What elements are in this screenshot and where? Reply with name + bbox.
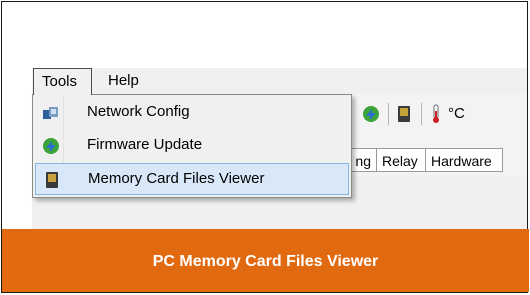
memory-card-icon[interactable] [394,104,414,124]
thermometer-icon[interactable] [430,104,442,124]
firmware-update-icon [41,136,61,156]
temperature-unit-label[interactable]: °C [448,105,465,122]
menu-tools[interactable]: Tools [33,68,92,95]
menubar: Tools Help [32,68,527,95]
toolbar-separator [421,103,422,125]
memory-card-icon [42,170,62,190]
firmware-update-icon[interactable] [361,104,381,124]
menu-item-network-config[interactable]: Network Config [35,97,349,129]
network-config-icon [41,103,61,123]
menu-item-label: Network Config [87,103,190,120]
menu-item-label: Firmware Update [87,136,203,153]
caption-banner: PC Memory Card Files Viewer [2,229,529,292]
tab-relay[interactable]: Relay [376,148,426,172]
menu-item-memory-card-files-viewer[interactable]: Memory Card Files Viewer [35,163,349,195]
menu-help[interactable]: Help [100,68,148,93]
application-window: Tools Help °C ng Relay Hardware Network … [2,2,529,229]
menu-item-firmware-update[interactable]: Firmware Update [35,130,349,162]
menu-item-label: Memory Card Files Viewer [88,170,265,187]
banner-title: PC Memory Card Files Viewer [152,253,379,270]
toolbar-separator [388,103,389,125]
tab-hardware[interactable]: Hardware [425,148,503,172]
screenshot-card: Tools Help °C ng Relay Hardware Network … [1,1,529,293]
tools-dropdown-menu: Network Config Firmware Update Memory Ca… [32,94,352,198]
